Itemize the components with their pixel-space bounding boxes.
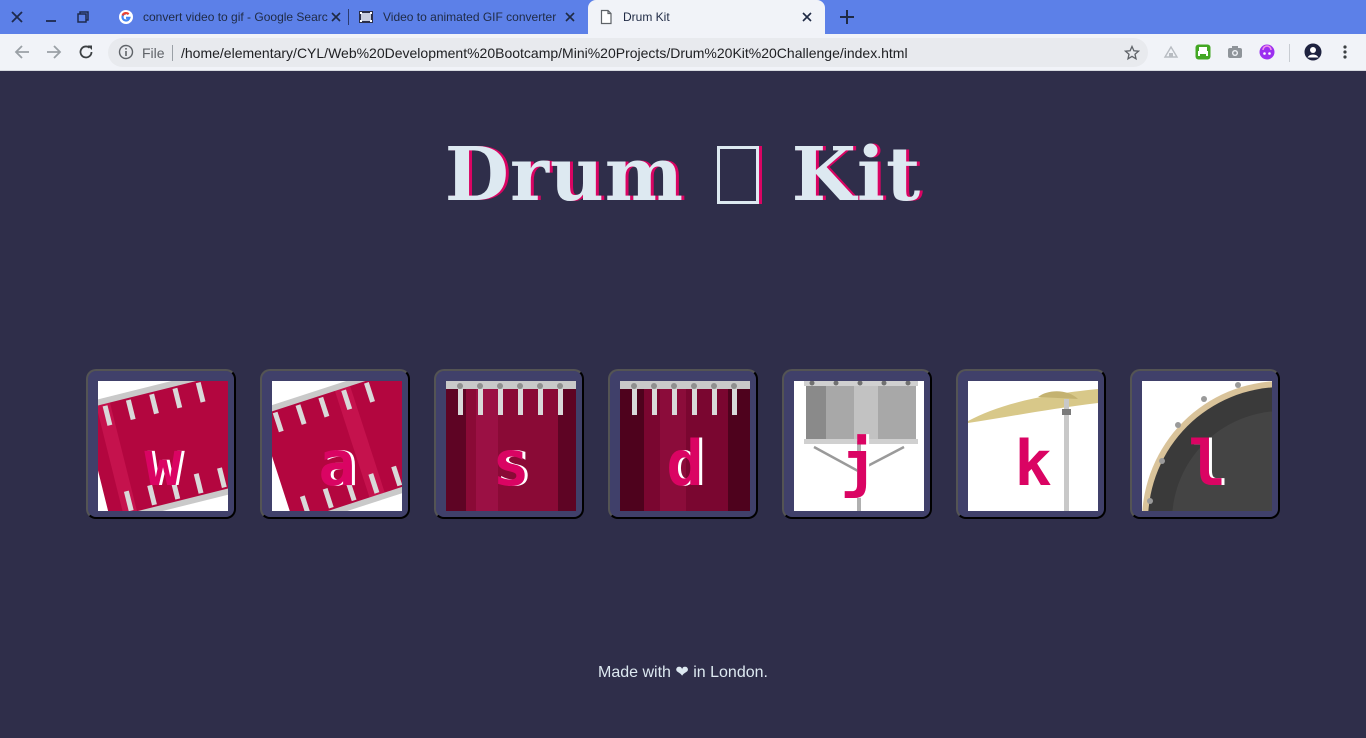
drum-button-a[interactable]: a: [260, 369, 410, 519]
tab-title: Video to animated GIF converter: [383, 10, 557, 24]
new-tab-button[interactable]: [836, 6, 858, 28]
drum-key-letter: s: [492, 427, 530, 500]
close-window-button[interactable]: [6, 6, 28, 28]
tab-close-button[interactable]: [562, 9, 578, 25]
title-word-drum: Drum: [444, 132, 711, 218]
page-footer: Made with ❤ in London.: [598, 664, 768, 681]
star-icon: [1123, 44, 1141, 61]
extension-translate-icon[interactable]: [1163, 44, 1179, 60]
page-icon: [598, 9, 614, 25]
profile-avatar-icon[interactable]: [1304, 43, 1322, 61]
kebab-menu-icon[interactable]: [1337, 44, 1353, 60]
drum-key-letter: l: [1188, 427, 1226, 500]
arrow-left-icon: [14, 45, 29, 59]
tab-gif-converter[interactable]: Video to animated GIF converter: [358, 0, 578, 34]
drum-button-k[interactable]: k: [956, 369, 1106, 519]
drum-key-letter: a: [318, 427, 356, 500]
info-icon[interactable]: [118, 44, 134, 60]
toolbar-separator: [1289, 44, 1290, 62]
url-text[interactable]: /home/elementary/CYL/Web%20Development%2…: [181, 45, 908, 61]
scheme-label: File: [142, 45, 165, 61]
tab-close-button[interactable]: [799, 9, 815, 25]
tab-close-button[interactable]: [328, 9, 344, 25]
extension-color-picker-icon[interactable]: [1259, 44, 1275, 60]
tab-title: Drum Kit: [623, 10, 670, 24]
address-separator: [172, 45, 173, 61]
minimize-window-button[interactable]: [40, 6, 62, 28]
drum-button-w[interactable]: w: [86, 369, 236, 519]
extension-camera-icon[interactable]: [1227, 44, 1243, 60]
tab-separator: [348, 9, 349, 25]
drum-key-letter: k: [1014, 427, 1052, 500]
restore-icon: [77, 11, 89, 23]
drum-button-l[interactable]: l: [1130, 369, 1280, 519]
google-icon: [118, 9, 134, 25]
missing-glyph-icon: [716, 146, 759, 204]
reload-icon: [79, 45, 93, 59]
tab-title: convert video to gif - Google Search: [143, 10, 328, 24]
drum-key-letter: w: [144, 427, 182, 500]
close-icon: [331, 12, 341, 22]
close-icon: [802, 12, 812, 22]
drum-button-j[interactable]: j: [782, 369, 932, 519]
page-title: Drum Kit: [0, 125, 1366, 225]
drum-key-letter: d: [666, 427, 704, 500]
address-bar[interactable]: File /home/elementary/CYL/Web%20Developm…: [108, 38, 1148, 67]
tab-drum-kit[interactable]: Drum Kit: [588, 0, 825, 34]
restore-window-button[interactable]: [72, 6, 94, 28]
drum-key-letter: j: [840, 427, 878, 500]
film-icon: [358, 9, 374, 25]
title-word-kit: Kit: [764, 132, 922, 218]
close-icon: [11, 11, 23, 23]
drum-button-d[interactable]: d: [608, 369, 758, 519]
plus-icon: [840, 10, 854, 24]
reload-button[interactable]: [74, 40, 98, 64]
browser-toolbar: File /home/elementary/CYL/Web%20Developm…: [0, 34, 1366, 71]
minimize-icon: [46, 20, 56, 22]
back-button[interactable]: [10, 40, 34, 64]
page-viewport: Drum Kit w a s d j k l Made with ❤ in Lo…: [0, 71, 1366, 738]
bookmark-star-button[interactable]: [1123, 42, 1141, 66]
arrow-right-icon: [47, 45, 62, 59]
tab-strip: convert video to gif - Google Search Vid…: [0, 0, 1366, 34]
extension-printer-icon[interactable]: [1195, 44, 1211, 60]
forward-button[interactable]: [42, 40, 66, 64]
close-icon: [565, 12, 575, 22]
drum-button-s[interactable]: s: [434, 369, 584, 519]
tab-google-search[interactable]: convert video to gif - Google Search: [118, 0, 344, 34]
drum-set: w a s d j k l: [86, 369, 1280, 519]
